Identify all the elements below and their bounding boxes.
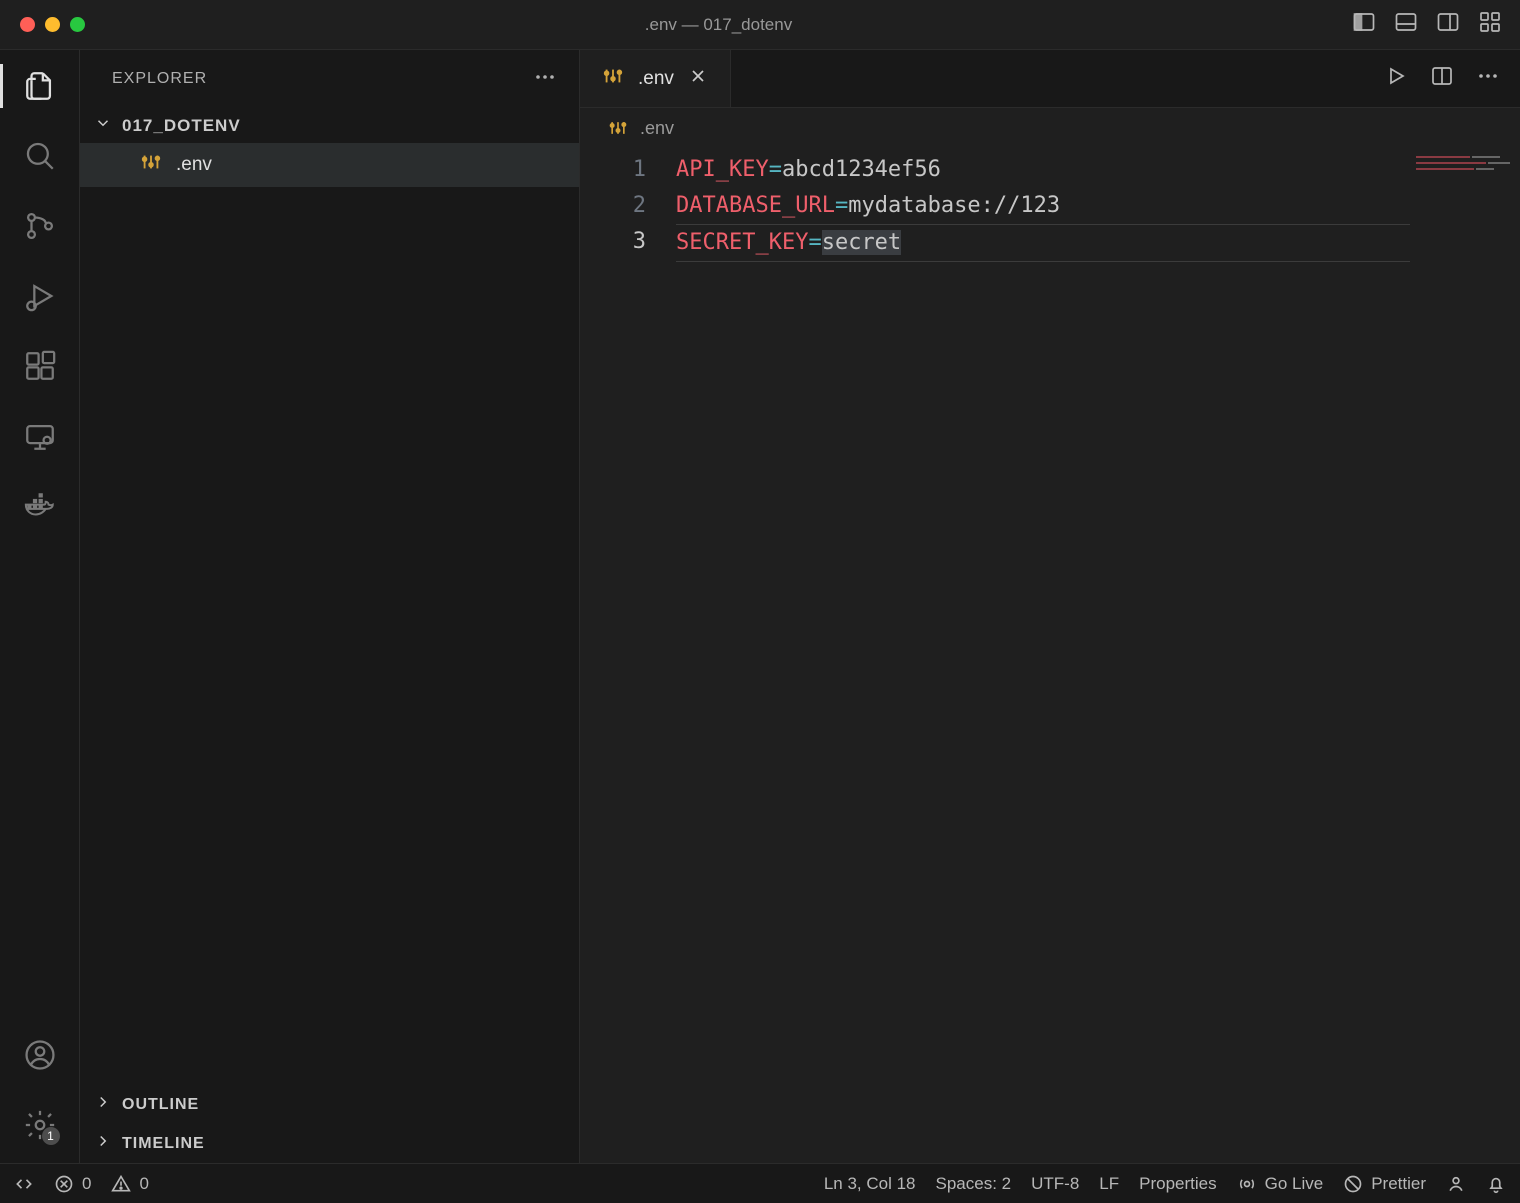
- status-cursor[interactable]: Ln 3, Col 18: [824, 1174, 916, 1194]
- activity-run-debug[interactable]: [22, 278, 58, 314]
- chevron-right-icon: [94, 1132, 112, 1155]
- env-key: SECRET_KEY: [676, 230, 808, 255]
- split-editor-icon[interactable]: [1430, 64, 1454, 93]
- error-count: 0: [82, 1174, 91, 1194]
- settings-file-icon: [140, 151, 162, 179]
- sidebar-explorer: EXPLORER 017_DOTENV .env OUTLINE TIMELIN…: [80, 50, 580, 1163]
- status-bar: 0 0 Ln 3, Col 18 Spaces: 2 UTF-8 LF Prop…: [0, 1163, 1520, 1203]
- line-number: 2: [580, 188, 646, 224]
- env-key: API_KEY: [676, 157, 769, 182]
- window-controls: [12, 17, 85, 32]
- run-file-icon[interactable]: [1384, 64, 1408, 93]
- chevron-down-icon: [94, 114, 112, 137]
- code-line[interactable]: API_KEY=abcd1234ef56: [676, 152, 1410, 188]
- folder-name: 017_DOTENV: [122, 116, 241, 136]
- activity-accounts[interactable]: [22, 1037, 58, 1073]
- timeline-label: TIMELINE: [122, 1135, 205, 1153]
- explorer-title: EXPLORER: [112, 70, 207, 88]
- minimize-window-button[interactable]: [45, 17, 60, 32]
- code-content[interactable]: API_KEY=abcd1234ef56 DATABASE_URL=mydata…: [676, 148, 1410, 1163]
- status-feedback-icon[interactable]: [1446, 1174, 1466, 1194]
- editor-group: .env .env 1 2 3 API_KEY=abcd1234ef56 DAT…: [580, 50, 1520, 1163]
- activity-explorer[interactable]: [22, 68, 58, 104]
- window-title: .env — 017_dotenv: [85, 15, 1352, 35]
- activity-source-control[interactable]: [22, 208, 58, 244]
- folder-header[interactable]: 017_DOTENV: [80, 108, 579, 143]
- tabs-bar: .env: [580, 50, 1520, 108]
- file-tree-item-env[interactable]: .env: [80, 143, 579, 187]
- tab-env[interactable]: .env: [580, 50, 731, 107]
- status-errors[interactable]: 0: [54, 1174, 91, 1194]
- breadcrumb[interactable]: .env: [580, 108, 1520, 148]
- env-value: mydatabase://123: [848, 193, 1060, 218]
- outline-label: OUTLINE: [122, 1096, 199, 1114]
- warning-count: 0: [139, 1174, 148, 1194]
- code-line-active[interactable]: SECRET_KEY=secret: [676, 224, 1410, 262]
- activity-remote-explorer[interactable]: [22, 418, 58, 454]
- breadcrumb-file: .env: [640, 118, 674, 139]
- status-indent[interactable]: Spaces: 2: [936, 1174, 1012, 1194]
- remote-indicator[interactable]: [14, 1174, 34, 1194]
- env-value: abcd1234ef56: [782, 157, 941, 182]
- equals-sign: =: [808, 230, 821, 255]
- timeline-section[interactable]: TIMELINE: [80, 1124, 579, 1163]
- toggle-panel-icon[interactable]: [1394, 10, 1418, 39]
- settings-file-icon: [602, 65, 624, 93]
- close-tab-icon[interactable]: [688, 66, 708, 92]
- tab-label: .env: [638, 68, 674, 90]
- activity-docker[interactable]: [22, 488, 58, 524]
- status-golive[interactable]: Go Live: [1237, 1174, 1324, 1194]
- activity-search[interactable]: [22, 138, 58, 174]
- editor-more-icon[interactable]: [1476, 64, 1500, 93]
- golive-label: Go Live: [1265, 1174, 1324, 1194]
- status-encoding[interactable]: UTF-8: [1031, 1174, 1079, 1194]
- line-gutter: 1 2 3: [580, 148, 676, 1163]
- env-key: DATABASE_URL: [676, 193, 835, 218]
- status-language[interactable]: Properties: [1139, 1174, 1216, 1194]
- code-editor[interactable]: 1 2 3 API_KEY=abcd1234ef56 DATABASE_URL=…: [580, 148, 1520, 1163]
- status-bell-icon[interactable]: [1486, 1174, 1506, 1194]
- title-bar: .env — 017_dotenv: [0, 0, 1520, 50]
- code-line[interactable]: DATABASE_URL=mydatabase://123: [676, 188, 1410, 224]
- activity-bar: 1: [0, 50, 80, 1163]
- status-warnings[interactable]: 0: [111, 1174, 148, 1194]
- line-number: 1: [580, 152, 646, 188]
- title-actions: [1352, 10, 1508, 39]
- activity-extensions[interactable]: [22, 348, 58, 384]
- chevron-right-icon: [94, 1093, 112, 1116]
- file-name: .env: [176, 154, 212, 176]
- explorer-more-icon[interactable]: [533, 65, 557, 94]
- env-value: secret: [822, 230, 901, 255]
- maximize-window-button[interactable]: [70, 17, 85, 32]
- outline-section[interactable]: OUTLINE: [80, 1085, 579, 1124]
- prettier-label: Prettier: [1371, 1174, 1426, 1194]
- equals-sign: =: [769, 157, 782, 182]
- close-window-button[interactable]: [20, 17, 35, 32]
- minimap[interactable]: [1410, 148, 1520, 1163]
- activity-settings[interactable]: 1: [22, 1107, 58, 1143]
- status-eol[interactable]: LF: [1099, 1174, 1119, 1194]
- equals-sign: =: [835, 193, 848, 218]
- status-prettier[interactable]: Prettier: [1343, 1174, 1426, 1194]
- settings-badge: 1: [42, 1127, 60, 1145]
- line-number: 3: [580, 224, 646, 260]
- toggle-primary-sidebar-icon[interactable]: [1352, 10, 1376, 39]
- toggle-secondary-sidebar-icon[interactable]: [1436, 10, 1460, 39]
- customize-layout-icon[interactable]: [1478, 10, 1502, 39]
